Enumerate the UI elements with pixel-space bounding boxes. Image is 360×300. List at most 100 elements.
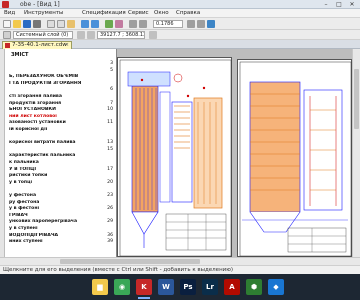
zoom-all-icon[interactable] — [187, 20, 195, 28]
taskbar-lightroom-icon[interactable]: Lr — [202, 279, 218, 295]
vertical-scroll-thumb[interactable] — [354, 69, 359, 129]
kompas-app-icon — [2, 1, 9, 8]
contents-row: у в ступені — [9, 226, 113, 232]
standard-toolbar: 0.1786 — [0, 18, 360, 30]
undo-icon[interactable] — [81, 20, 89, 28]
boiler-section-sheet — [117, 57, 232, 257]
application-window: obe - [Вид 1] – □ ✕ Вид Инструменты Спец… — [0, 0, 360, 300]
contents-row-title: І ТА ПРОДУКТІВ ЗГОРАННЯ — [9, 80, 82, 86]
taskbar-photoshop-icon[interactable]: Ps — [180, 279, 196, 295]
menu-specification[interactable]: Спецификация — [82, 9, 126, 18]
contents-row: 6 — [9, 87, 113, 93]
close-button[interactable]: ✕ — [347, 1, 357, 8]
taskbar-kompas-glyph: K — [141, 283, 147, 291]
ortho-icon[interactable] — [149, 31, 157, 39]
document-tabs: 7-35-40.1-лист.cdw × — [0, 40, 360, 49]
contents-row-title: ій корисної дії — [9, 127, 48, 132]
contents-row-page: 11 — [107, 120, 113, 126]
library-icon[interactable] — [115, 20, 123, 28]
taskbar-chrome-icon[interactable]: ◉ — [114, 279, 130, 295]
contents-row-title: ний лист котлової — [9, 113, 57, 119]
minimize-button[interactable]: – — [321, 1, 331, 8]
taskbar-photoshop-glyph: Ps — [183, 283, 193, 291]
contents-row-title: у в фестоні — [9, 206, 40, 212]
grid-icon[interactable] — [77, 31, 85, 39]
menu-view[interactable]: Вид — [4, 9, 15, 18]
local-cs-icon[interactable] — [87, 31, 95, 39]
taskbar-kompas-icon[interactable]: K — [136, 279, 152, 299]
menu-tools[interactable]: Инструменты — [24, 9, 63, 18]
paste-icon[interactable] — [67, 20, 75, 28]
contents-row: ій корисної дії — [9, 127, 113, 133]
taskbar-acrobat-icon[interactable]: A — [224, 279, 240, 295]
print-icon[interactable] — [33, 20, 41, 28]
contents-row: ГРІВАЧ — [9, 213, 113, 219]
current-state-toolbar: Системный слой (0) 39127.7 ; 3608.13 — [0, 30, 360, 40]
contents-row-title: у в топці — [9, 179, 33, 185]
contents-row: ункових пароперегрівача 29 — [9, 219, 113, 225]
close-tab-icon[interactable]: × — [65, 42, 69, 49]
zoom-out-icon[interactable] — [139, 20, 147, 28]
contents-row — [9, 186, 113, 192]
contents-sheet: ЗМІСТ 3 5 Ь, ПЕРЕЗАХУНОК ОБ'ЄМІВ І ТА ПРОДУ… — [5, 49, 117, 257]
refresh-icon[interactable] — [207, 20, 215, 28]
vertical-scrollbar[interactable] — [352, 49, 360, 257]
contents-row-page: 29 — [107, 219, 113, 225]
save-icon[interactable] — [23, 20, 31, 28]
redo-icon[interactable] — [91, 20, 99, 28]
contents-row-title: сті згорання палива — [9, 94, 62, 99]
layer-icon[interactable] — [3, 31, 11, 39]
taskbar-file-explorer-glyph: ▆ — [97, 283, 103, 291]
contents-row-page: 26 — [107, 206, 113, 212]
document-tab[interactable]: 7-35-40.1-лист.cdw × — [2, 41, 72, 49]
contents-row: иних ступені 39 — [9, 239, 113, 245]
taskbar-chrome-glyph: ◉ — [118, 283, 126, 291]
taskbar-file-explorer-icon[interactable]: ▆ — [92, 279, 108, 295]
coordinates-field[interactable]: 39127.7 ; 3608.13 — [97, 31, 145, 39]
contents-row-title: азованості установки — [9, 120, 66, 126]
pan-icon[interactable] — [197, 20, 205, 28]
new-file-icon[interactable] — [3, 20, 11, 28]
contents-row-page: 39 — [107, 239, 113, 245]
taskbar-app-green-icon[interactable]: ⬢ — [246, 279, 262, 295]
contents-row: к пальника — [9, 160, 113, 166]
copy-icon[interactable] — [57, 20, 65, 28]
taskbar-app-blue-icon[interactable]: ◆ — [268, 279, 284, 295]
contents-row: азованості установки 11 — [9, 120, 113, 126]
contents-row-page: 7 — [110, 100, 113, 106]
taskbar-app-blue-glyph: ◆ — [273, 283, 279, 291]
cut-icon[interactable] — [47, 20, 55, 28]
horizontal-scrollbar[interactable] — [0, 257, 360, 265]
boiler-section-drawing — [119, 59, 232, 257]
contents-row: корисної витрати палива 13 — [9, 140, 113, 146]
menu-help[interactable]: Справка — [176, 9, 200, 18]
open-folder-icon[interactable] — [13, 20, 21, 28]
contents-row-title: У В ТОПЦІ — [9, 166, 37, 172]
menu-service[interactable]: Сервис — [128, 9, 149, 18]
contents-row: 15 — [9, 147, 113, 153]
taskbar-word-icon[interactable]: W — [158, 279, 174, 295]
taskbar-lightroom-glyph: Lr — [206, 283, 214, 291]
horizontal-scroll-thumb[interactable] — [60, 259, 200, 264]
contents-row-title: ристики топки — [9, 173, 48, 179]
contents-row-page: 20 — [107, 179, 113, 185]
boiler-front-sheet — [237, 59, 352, 257]
contents-row: продуктів згорання 7 — [9, 101, 113, 107]
contents-row-page: 13 — [107, 140, 113, 146]
menu-window[interactable]: Окно — [154, 9, 169, 18]
maximize-button[interactable]: □ — [334, 1, 344, 8]
contents-row-page: 23 — [107, 193, 113, 198]
zoom-in-icon[interactable] — [129, 20, 137, 28]
contents-row-title: Ь, ПЕРЕЗАХУНОК ОБ'ЄМІВ — [9, 74, 79, 80]
window-title: obe - [Вид 1] — [20, 1, 60, 8]
taskbar-app-green-glyph: ⬢ — [250, 283, 258, 291]
contents-row-title: у фестона — [9, 193, 37, 198]
contents-row-page: 36 — [107, 232, 113, 238]
properties-icon[interactable] — [105, 20, 113, 28]
scale-input[interactable]: 0.1786 — [153, 20, 183, 28]
drawing-canvas[interactable]: ЗМІСТ 3 5 Ь, ПЕРЕЗАХУНОК ОБ'ЄМІВ І ТА ПРОДУ… — [5, 49, 352, 257]
layer-select[interactable]: Системный слой (0) — [13, 31, 73, 39]
contents-row-title: ВОДОПІДІГРІВАЧА — [9, 232, 59, 238]
contents-row-page: 10 — [107, 107, 113, 113]
contents-row-title: характеристик пальника — [9, 153, 76, 159]
